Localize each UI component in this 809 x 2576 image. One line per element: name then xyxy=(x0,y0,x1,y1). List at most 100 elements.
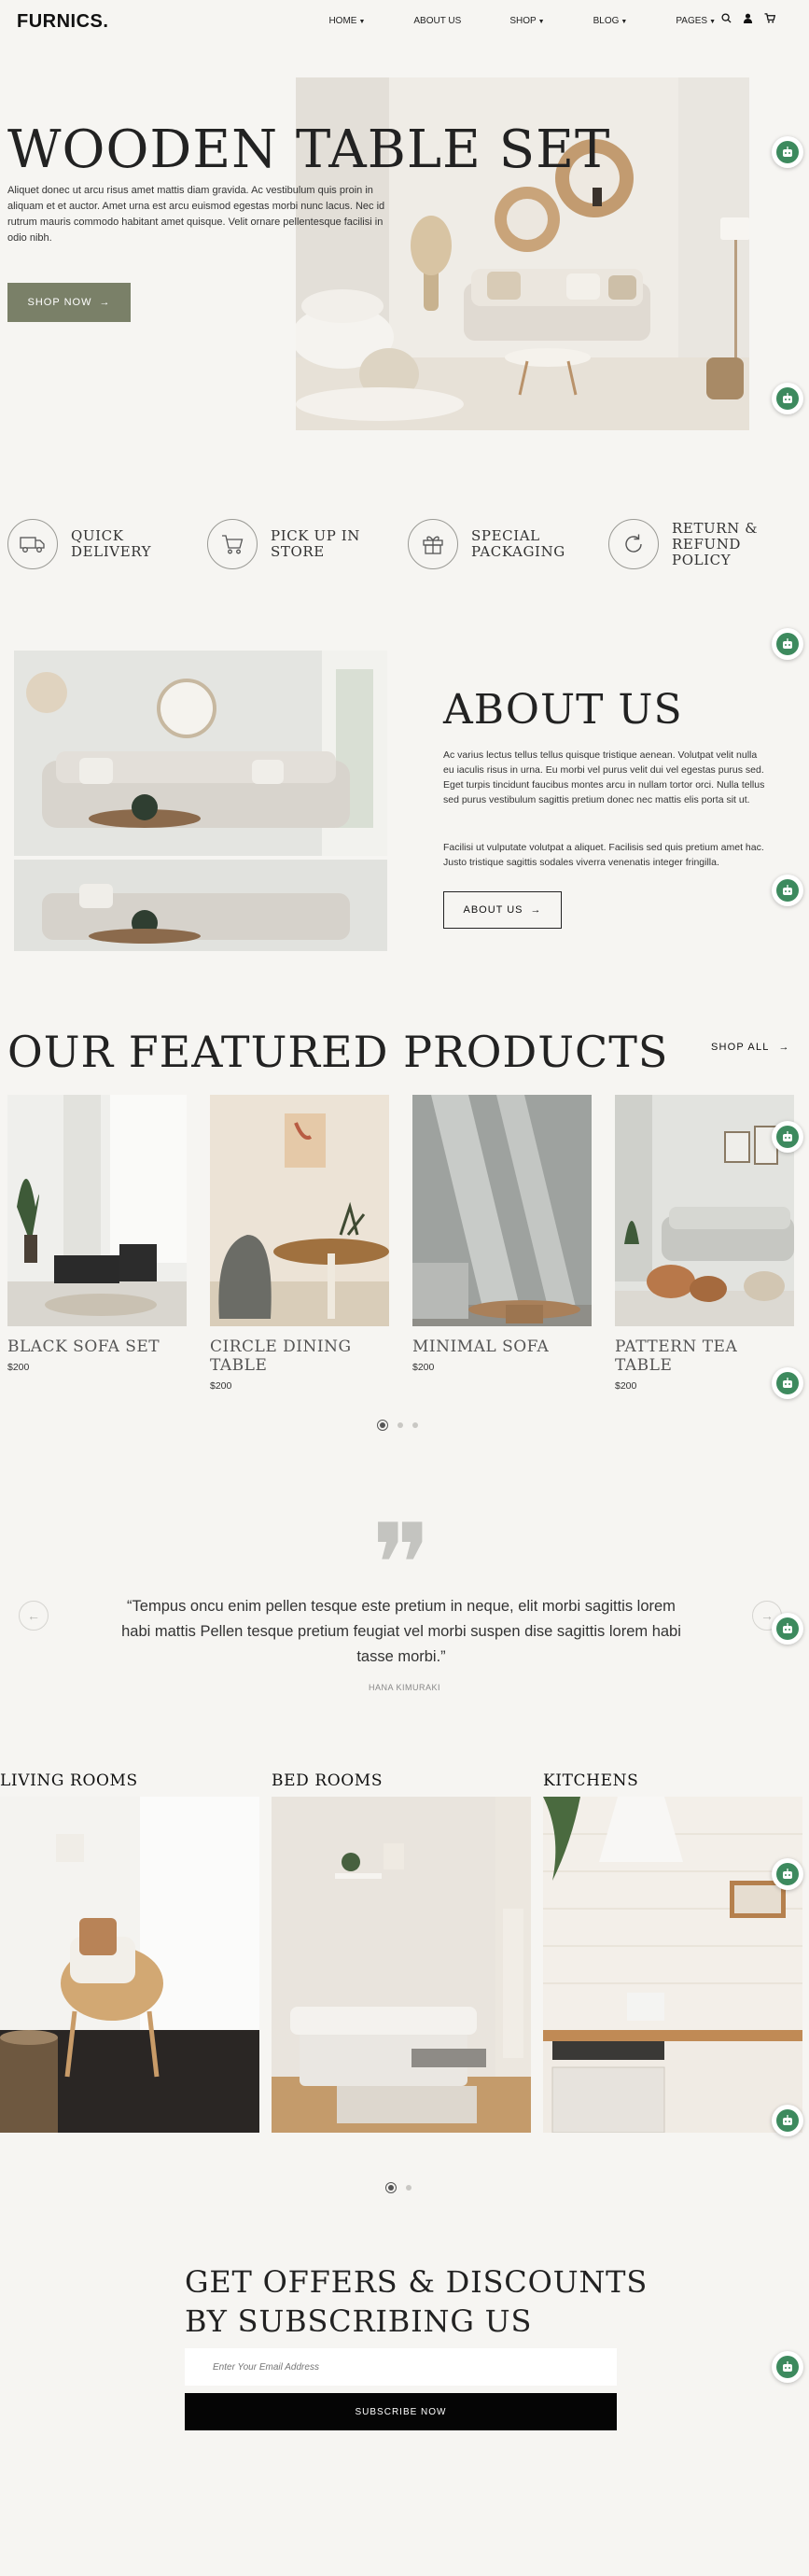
nav-home[interactable]: HOME ▼ xyxy=(304,16,365,26)
shop-now-label: SHOP NOW xyxy=(27,297,92,308)
header-icons xyxy=(721,13,775,23)
feature-line: QUICK xyxy=(71,527,124,544)
email-input[interactable] xyxy=(185,2348,617,2386)
feature-return-refund: RETURN & REFUND POLICY xyxy=(608,519,758,569)
chatbot-button[interactable] xyxy=(772,628,803,660)
about-title: ABOUT US xyxy=(443,686,683,734)
product-name[interactable]: MINIMAL SOFA xyxy=(412,1337,592,1356)
chatbot-button[interactable] xyxy=(772,383,803,414)
pagination-dot[interactable] xyxy=(406,2185,411,2191)
product-image[interactable] xyxy=(615,1095,794,1326)
chatbot-button[interactable] xyxy=(772,1121,803,1153)
robot-icon xyxy=(776,2356,799,2378)
testimonial-quote: “Tempus oncu enim pellen tesque este pre… xyxy=(121,1598,681,1665)
about-paragraph-1: Ac varius lectus tellus tellus quisque t… xyxy=(443,749,765,805)
nav-shop[interactable]: SHOP ▼ xyxy=(485,16,544,26)
pagination-dot-active[interactable] xyxy=(377,1420,388,1431)
robot-icon xyxy=(776,2109,799,2132)
feature-line: STORE xyxy=(271,543,325,560)
cart-icon[interactable] xyxy=(764,13,775,23)
pagination-dot-active[interactable] xyxy=(385,2182,397,2193)
product-card[interactable]: PATTERN TEA TABLE $200 xyxy=(615,1095,794,1392)
subscribe-title-line: GET OFFERS & DISCOUNTS xyxy=(185,2264,649,2300)
category-title[interactable]: KITCHENS xyxy=(543,1771,638,1790)
category-image-kitchens[interactable] xyxy=(543,1797,802,2133)
subscribe-button[interactable]: SUBSCRIBE NOW xyxy=(185,2393,617,2430)
shop-all-link[interactable]: SHOP ALL → xyxy=(711,1042,790,1053)
pagination-dot[interactable] xyxy=(412,1422,418,1428)
categories-pagination xyxy=(385,2182,411,2193)
product-image[interactable] xyxy=(210,1095,389,1326)
feature-quick-delivery: QUICK DELIVERY xyxy=(7,519,151,569)
product-price: $200 xyxy=(615,1380,637,1392)
product-card[interactable]: BLACK SOFA SET $200 xyxy=(7,1095,187,1373)
chatbot-button[interactable] xyxy=(772,1858,803,1890)
products-pagination xyxy=(377,1420,418,1431)
shop-all-label: SHOP ALL xyxy=(711,1042,770,1053)
nav-shop-label: SHOP xyxy=(509,16,537,26)
product-card[interactable]: MINIMAL SOFA $200 xyxy=(412,1095,592,1373)
product-image[interactable] xyxy=(412,1095,592,1326)
about-image xyxy=(14,651,387,951)
product-image[interactable] xyxy=(7,1095,187,1326)
chatbot-button[interactable] xyxy=(772,2105,803,2136)
nav-about-label: ABOUT US xyxy=(413,16,462,26)
feature-line: PICK UP IN xyxy=(271,527,361,544)
chevron-down-icon: ▼ xyxy=(709,19,716,25)
about-us-button[interactable]: ABOUT US → xyxy=(443,891,562,929)
site-logo[interactable]: FURNICS. xyxy=(17,11,108,33)
about-paragraph-2: Facilisi ut vulputate volutpat a aliquet… xyxy=(443,842,764,868)
feature-line: POLICY xyxy=(672,551,732,568)
featured-products-title: OUR FEATURED PRODUCTS xyxy=(7,1027,669,1077)
nav-pages-label: PAGES xyxy=(676,16,708,26)
feature-line: DELIVERY xyxy=(71,543,152,560)
arrow-right-icon: → xyxy=(530,904,542,916)
robot-icon xyxy=(776,141,799,163)
hero-title: WOODEN TABLE SET xyxy=(7,119,611,180)
category-image-living-rooms[interactable] xyxy=(0,1797,259,2133)
pagination-dot[interactable] xyxy=(398,1422,403,1428)
feature-line: PACKAGING xyxy=(471,543,565,560)
robot-icon xyxy=(776,633,799,655)
product-price: $200 xyxy=(412,1362,435,1373)
chatbot-button[interactable] xyxy=(772,1613,803,1645)
chevron-down-icon: ▼ xyxy=(621,19,628,25)
shop-now-button[interactable]: SHOP NOW → xyxy=(7,283,131,322)
feature-label: SPECIAL PACKAGING xyxy=(471,528,565,560)
category-title[interactable]: BED ROOMS xyxy=(272,1771,383,1790)
product-name[interactable]: CIRCLE DINING TABLE xyxy=(210,1337,389,1375)
search-icon[interactable] xyxy=(721,13,732,23)
nav-about[interactable]: ABOUT US xyxy=(389,16,461,26)
chatbot-button[interactable] xyxy=(772,2351,803,2383)
product-name[interactable]: BLACK SOFA SET xyxy=(7,1337,187,1356)
nav-pages[interactable]: PAGES ▼ xyxy=(651,16,716,26)
category-title[interactable]: LIVING ROOMS xyxy=(0,1771,138,1790)
truck-icon xyxy=(7,519,58,569)
product-price: $200 xyxy=(210,1380,232,1392)
testimonial-author: HANA KIMURAKI xyxy=(368,1683,440,1692)
nav-home-label: HOME xyxy=(328,16,357,26)
arrow-right-icon: → xyxy=(760,1608,774,1623)
chatbot-button[interactable] xyxy=(772,136,803,168)
robot-icon xyxy=(776,1863,799,1885)
feature-line: RETURN & xyxy=(672,519,759,537)
feature-pick-up: PICK UP IN STORE xyxy=(207,519,360,569)
testimonial-prev-button[interactable]: ← xyxy=(19,1601,49,1631)
category-image-bed-rooms[interactable] xyxy=(272,1797,531,2133)
chatbot-button[interactable] xyxy=(772,875,803,906)
product-card[interactable]: CIRCLE DINING TABLE $200 xyxy=(210,1095,389,1392)
gift-icon xyxy=(408,519,458,569)
feature-label: QUICK DELIVERY xyxy=(71,528,151,560)
robot-icon xyxy=(776,879,799,902)
arrow-left-icon: ← xyxy=(27,1608,40,1623)
nav-blog[interactable]: BLOG ▼ xyxy=(569,16,628,26)
subscribe-title: GET OFFERS & DISCOUNTS BY SUBSCRIBING US xyxy=(185,2262,648,2341)
user-icon[interactable] xyxy=(743,13,753,23)
arrow-right-icon: → xyxy=(99,297,111,308)
product-name[interactable]: PATTERN TEA TABLE xyxy=(615,1337,794,1375)
chevron-down-icon: ▼ xyxy=(358,19,366,25)
cart-icon xyxy=(207,519,258,569)
robot-icon xyxy=(776,1126,799,1148)
subscribe-title-line: BY SUBSCRIBING US xyxy=(185,2303,533,2339)
chatbot-button[interactable] xyxy=(772,1367,803,1399)
